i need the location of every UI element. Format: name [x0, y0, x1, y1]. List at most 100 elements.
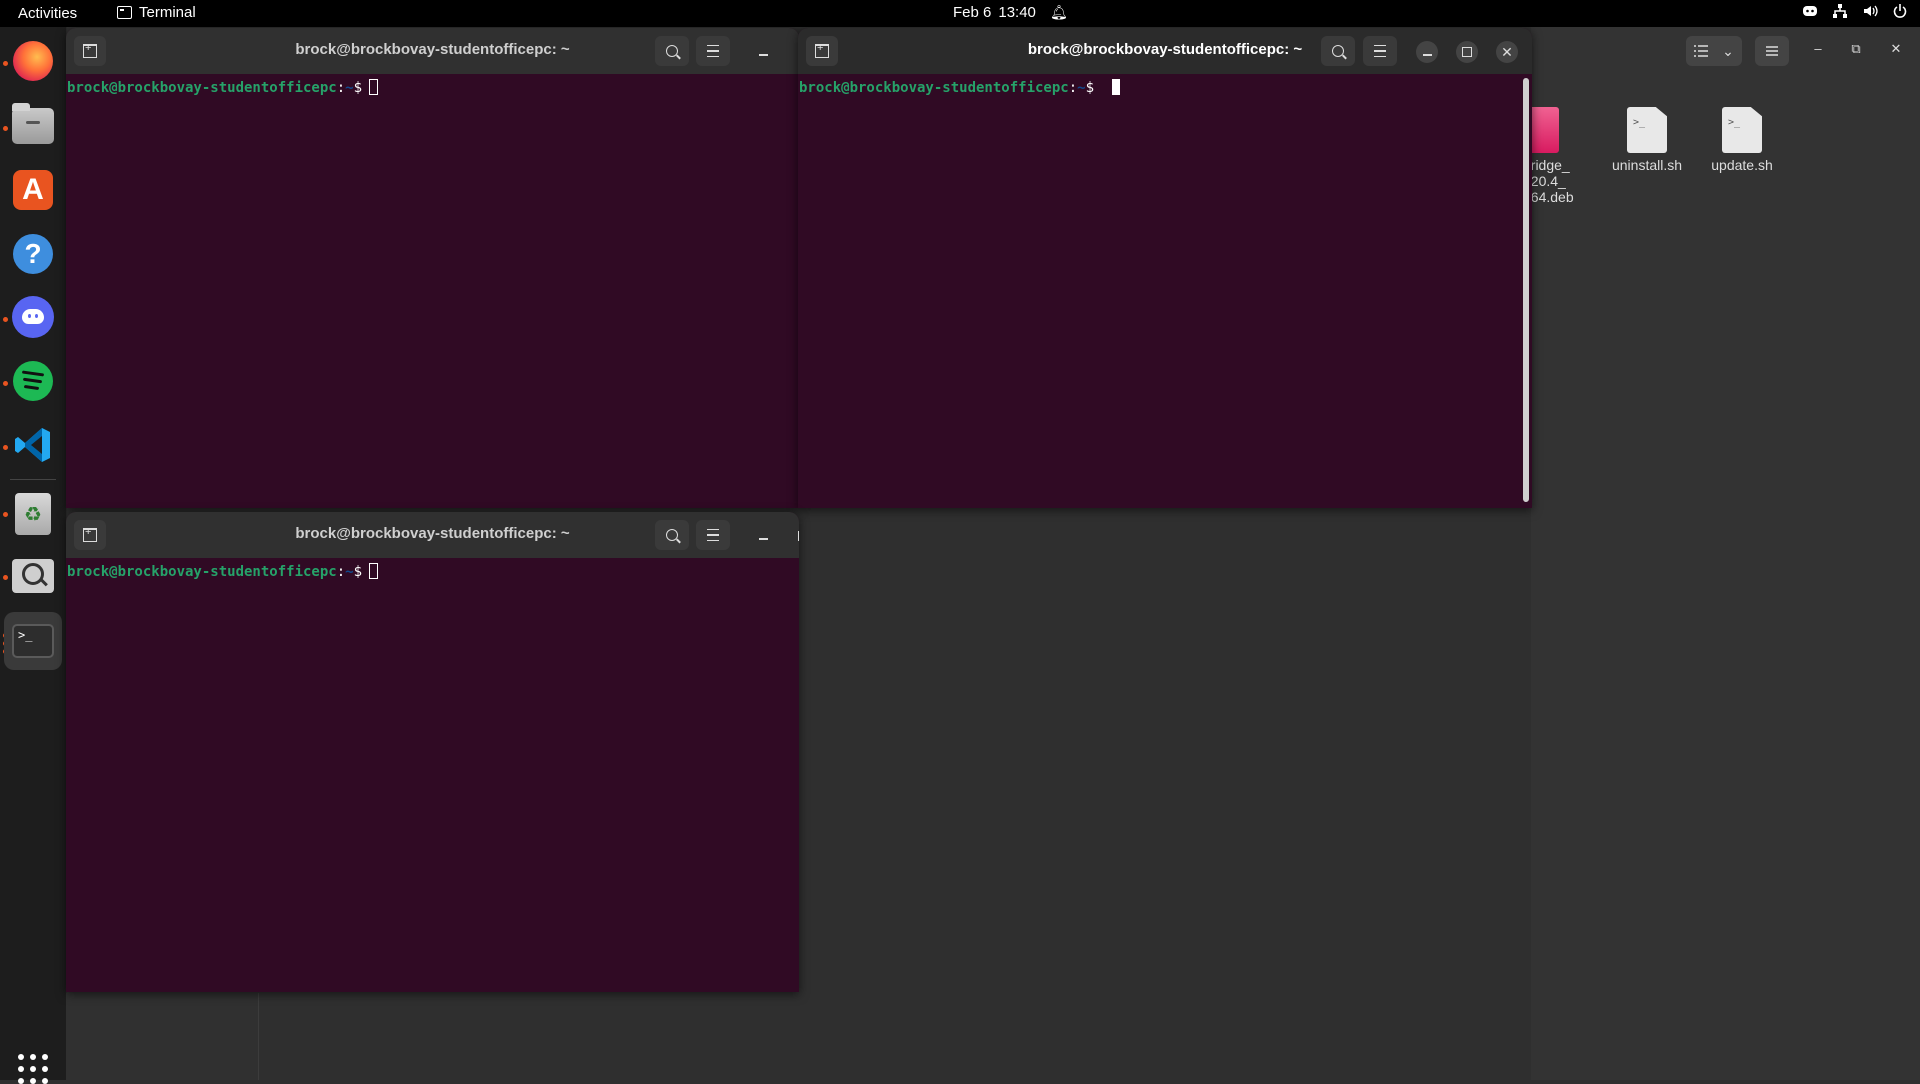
- new-tab-button[interactable]: [806, 36, 838, 66]
- maximize-button[interactable]: [1456, 41, 1478, 63]
- file-item-uninstall[interactable]: >_ uninstall.sh: [1601, 107, 1693, 173]
- volume-icon[interactable]: [1862, 3, 1878, 19]
- terminal-window-left-top[interactable]: brock@brockbovay-studentofficepc: ~ ✕ br…: [66, 28, 799, 508]
- dock-firefox[interactable]: [9, 37, 57, 85]
- scrollbar[interactable]: [1523, 78, 1529, 502]
- terminal-output[interactable]: brock@brockbovay-studentofficepc:~$: [66, 74, 799, 508]
- text-cursor: [369, 79, 379, 95]
- file-label: d64.deb: [1523, 189, 1574, 205]
- close-icon: ✕: [1501, 44, 1513, 60]
- file-label: 220.4_: [1523, 173, 1566, 189]
- dock-spotify[interactable]: [9, 357, 57, 405]
- app-store-icon: A: [13, 170, 53, 210]
- trash-icon: ♻: [15, 493, 51, 535]
- hamburger-menu-icon: [1766, 46, 1778, 56]
- prompt-path: ~: [345, 80, 354, 96]
- file-item-update[interactable]: >_ update.sh: [1696, 107, 1788, 173]
- prompt-separator: :: [336, 564, 346, 580]
- new-tab-button[interactable]: [74, 36, 106, 66]
- running-indicator: [3, 445, 8, 450]
- text-cursor: [369, 563, 379, 579]
- terminal-icon: [117, 6, 132, 19]
- activities-button[interactable]: Activities: [18, 5, 77, 22]
- search-icon: [666, 529, 678, 541]
- close-button[interactable]: ✕: [1886, 39, 1906, 59]
- prompt-separator: :: [1068, 80, 1078, 96]
- terminal-window-right-top[interactable]: brock@brockbovay-studentofficepc: ~ ✕ br…: [798, 28, 1532, 508]
- search-button[interactable]: [1321, 36, 1355, 66]
- sidebar-divider: [258, 993, 259, 1080]
- hamburger-menu-icon: [707, 45, 719, 57]
- search-button[interactable]: [655, 36, 689, 66]
- top-bar: Activities Terminal Feb 6 13:40 🔔︎: [0, 0, 1920, 27]
- file-item-deb[interactable]: bridge_ 220.4_ d64.deb: [1523, 107, 1593, 205]
- script-icon: >_: [1627, 107, 1667, 153]
- dock-trash[interactable]: ♻: [9, 490, 57, 538]
- restore-button[interactable]: ⧉: [1846, 39, 1866, 59]
- search-button[interactable]: [655, 520, 689, 550]
- prompt-dollar: $: [353, 80, 363, 96]
- dock-discord[interactable]: [9, 293, 57, 341]
- terminal-header-bar[interactable]: brock@brockbovay-studentofficepc: ~ ✕: [66, 28, 799, 74]
- close-button[interactable]: ✕: [1496, 41, 1518, 63]
- menu-button[interactable]: [696, 36, 730, 66]
- minimize-button[interactable]: [752, 41, 774, 63]
- prompt-path: ~: [345, 564, 354, 580]
- maximize-button[interactable]: [792, 525, 799, 547]
- discord-tray-icon[interactable]: [1802, 3, 1818, 19]
- dock-separator: [10, 479, 56, 480]
- terminal-window-left-bottom[interactable]: brock@brockbovay-studentofficepc: ~ ✕ br…: [66, 512, 799, 992]
- prompt-separator: :: [336, 80, 346, 96]
- dock: A ? ♻ >_: [0, 27, 67, 1084]
- menu-button[interactable]: [696, 520, 730, 550]
- window-title: brock@brockbovay-studentofficepc: ~: [295, 525, 570, 542]
- hamburger-menu-icon: [1374, 45, 1386, 57]
- file-label: update.sh: [1711, 157, 1773, 173]
- view-toggle-button[interactable]: ⌄: [1686, 36, 1742, 66]
- app-menu[interactable]: Terminal: [117, 4, 196, 21]
- dock-help[interactable]: ?: [9, 230, 57, 278]
- dock-image-viewer[interactable]: [9, 552, 57, 600]
- spotify-icon: [13, 361, 53, 401]
- running-indicator: [3, 381, 8, 386]
- dock-files[interactable]: [9, 102, 57, 150]
- running-indicator: [3, 512, 8, 517]
- terminal-output[interactable]: brock@brockbovay-studentofficepc:~$: [66, 558, 799, 992]
- files-menu-button[interactable]: [1755, 36, 1789, 66]
- list-view-icon: [1694, 45, 1709, 57]
- maximize-icon: [1462, 47, 1472, 57]
- prompt-user: brock@brockbovay-studentofficepc: [67, 564, 337, 580]
- dock-vscode[interactable]: [9, 421, 57, 469]
- power-icon[interactable]: [1892, 3, 1908, 19]
- terminal-output[interactable]: brock@brockbovay-studentofficepc:~$: [798, 74, 1532, 508]
- new-tab-button[interactable]: [74, 520, 106, 550]
- network-icon[interactable]: [1832, 3, 1848, 19]
- dock-terminal[interactable]: >_: [4, 612, 62, 670]
- minimize-button[interactable]: –: [1808, 39, 1828, 59]
- terminal-header-bar[interactable]: brock@brockbovay-studentofficepc: ~ ✕: [66, 512, 799, 558]
- firefox-icon: [13, 41, 53, 81]
- files-header-bar: ⌄ – ⧉ ✕: [1531, 27, 1920, 71]
- minimize-icon: [758, 54, 768, 56]
- search-icon: [666, 45, 678, 57]
- running-indicator: [3, 126, 8, 131]
- notification-bell-icon[interactable]: 🔔︎: [1050, 4, 1068, 21]
- minimize-button[interactable]: [752, 525, 774, 547]
- dock-app-center[interactable]: A: [9, 166, 57, 214]
- magnifier-icon: [12, 559, 54, 593]
- prompt-path: ~: [1077, 80, 1086, 96]
- search-icon: [1332, 45, 1344, 57]
- discord-icon: [12, 296, 54, 338]
- terminal-header-bar[interactable]: brock@brockbovay-studentofficepc: ~ ✕: [798, 28, 1532, 74]
- minimize-button[interactable]: [1416, 41, 1438, 63]
- files-icon: [12, 103, 54, 144]
- text-cursor: [1112, 79, 1121, 95]
- menu-button[interactable]: [1363, 36, 1397, 66]
- minimize-icon: [758, 538, 768, 540]
- system-tray[interactable]: [1802, 3, 1908, 19]
- running-indicator: [3, 317, 8, 322]
- clock[interactable]: Feb 6 13:40: [953, 4, 1036, 21]
- files-sidebar: [66, 993, 259, 1080]
- prompt-user: brock@brockbovay-studentofficepc: [67, 80, 337, 96]
- chevron-down-icon: ⌄: [1722, 42, 1734, 59]
